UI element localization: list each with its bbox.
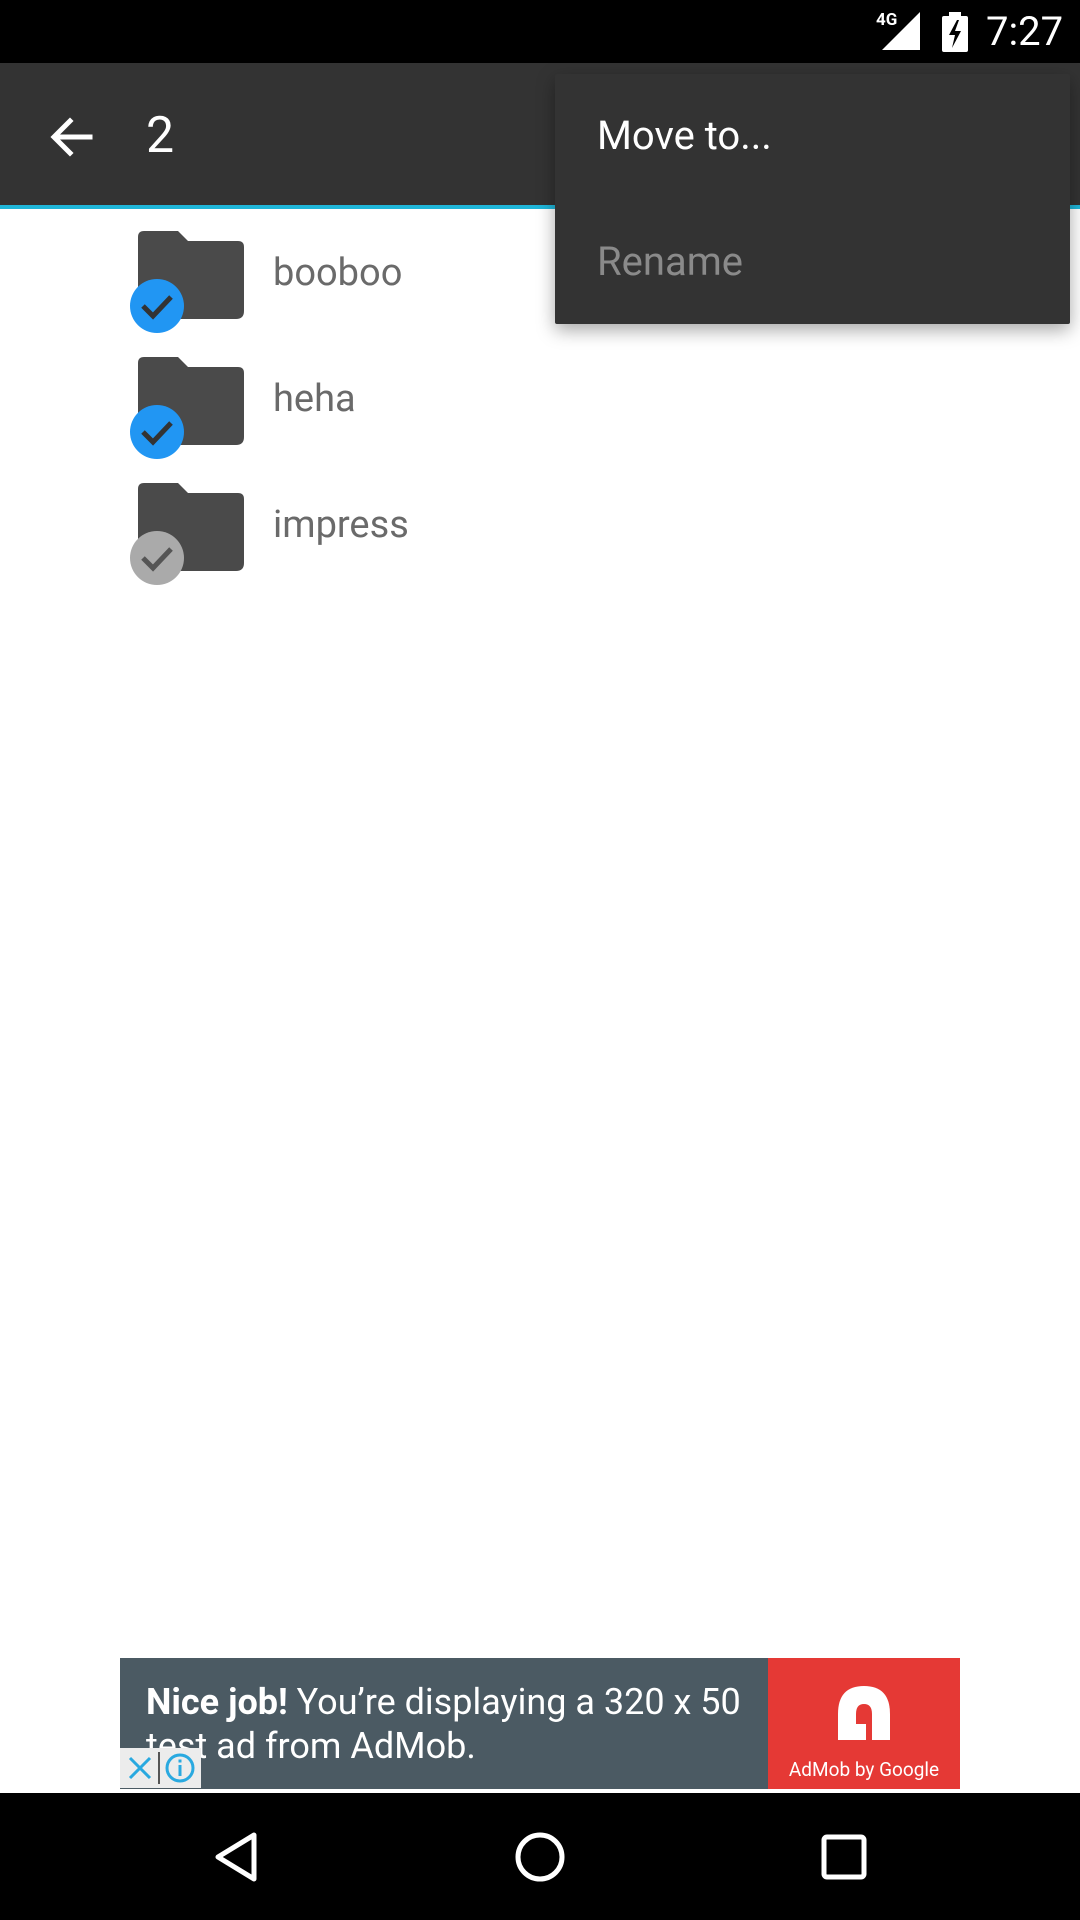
checkbox-unchecked[interactable] bbox=[130, 531, 184, 585]
checkbox-checked[interactable] bbox=[130, 405, 184, 459]
admob-logo-text: AdMob by Google bbox=[788, 1758, 940, 1781]
check-icon bbox=[141, 547, 173, 572]
home-icon[interactable] bbox=[512, 1829, 568, 1885]
clock: 7:27 bbox=[986, 8, 1064, 55]
recents-icon[interactable] bbox=[816, 1829, 872, 1885]
signal-icon bbox=[882, 12, 920, 50]
ad-banner[interactable]: Nice job! You’re displaying a 320 x 50 t… bbox=[120, 1658, 960, 1789]
folder-name: impress bbox=[273, 503, 409, 547]
ad-info-icon[interactable] bbox=[164, 1752, 196, 1784]
back-arrow-icon[interactable] bbox=[44, 109, 100, 165]
folder-name: heha bbox=[273, 377, 356, 421]
overflow-menu: Move to... Rename bbox=[555, 74, 1070, 324]
menu-item-rename: Rename bbox=[597, 238, 743, 285]
ad-text: Nice job! You’re displaying a 320 x 50 t… bbox=[146, 1680, 746, 1768]
ad-close-icon[interactable] bbox=[126, 1752, 154, 1784]
back-icon[interactable] bbox=[210, 1829, 266, 1885]
status-bar: 4G 7:27 bbox=[0, 0, 1080, 63]
selected-count: 2 bbox=[146, 107, 175, 165]
admob-logo: AdMob by Google bbox=[768, 1658, 960, 1789]
check-icon bbox=[141, 421, 173, 446]
checkbox-checked[interactable] bbox=[130, 279, 184, 333]
folder-name: booboo bbox=[273, 251, 403, 295]
menu-item-move-to[interactable]: Move to... bbox=[597, 112, 772, 159]
list-item[interactable]: heha bbox=[0, 335, 1080, 461]
ad-text-bold: Nice job! bbox=[146, 1681, 288, 1723]
ad-controls bbox=[120, 1748, 201, 1788]
divider bbox=[158, 1752, 160, 1784]
admob-logo-icon bbox=[838, 1686, 890, 1740]
battery-charging-icon bbox=[942, 12, 968, 52]
list-item[interactable]: impress bbox=[0, 461, 1080, 587]
navigation-bar bbox=[0, 1793, 1080, 1920]
check-icon bbox=[141, 295, 173, 320]
